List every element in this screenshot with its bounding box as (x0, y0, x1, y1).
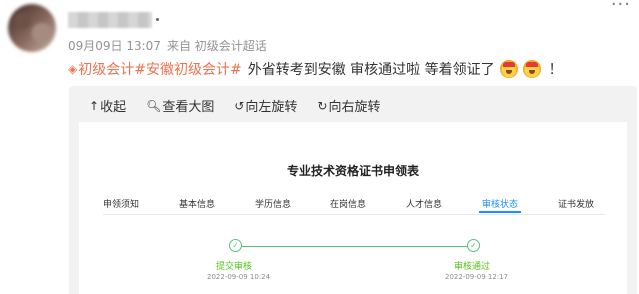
super-topic-label: 初级会计 (78, 62, 135, 78)
collapse-label: 收起 (100, 100, 127, 115)
view-large-label: 查看大图 (162, 100, 215, 115)
progress-time: 2022-09-09 12:17 (445, 273, 509, 281)
more-menu-button[interactable]: ··· (611, 0, 631, 15)
post-date[interactable]: 09月09日 13:07 (68, 37, 161, 54)
super-topic-icon: ◈ (68, 62, 78, 76)
magnifier-icon: 🔍︎ (146, 98, 162, 113)
hashtag-link[interactable]: #安徽初级会计# (134, 59, 241, 79)
step-tab: 申领须知 (103, 200, 140, 210)
tab-divider (103, 214, 605, 215)
username-dot (156, 18, 159, 21)
progress-time: 2022-09-09 10:24 (207, 273, 271, 281)
step-tab: 人才信息 (406, 200, 443, 210)
post-text: ◈ 初级会计 #安徽初级会计# 外省转考到安徽 审核通过啦 等着领证了 ！ (68, 59, 563, 79)
post-source[interactable]: 来自 初级会计超话 (167, 37, 267, 54)
rotate-left-icon: ↺ (234, 98, 245, 113)
image-viewer: ↑ 收起 🔍︎ 查看大图 ↺ 向左旋转 ↻ 向右旋转 专业技术资格证书申领表 申… (69, 86, 637, 294)
step-tab: 在岗信息 (330, 200, 367, 210)
post-meta: 09月09日 13:07 来自 初级会计超话 (68, 37, 267, 54)
step-tab: 学历信息 (255, 200, 292, 210)
avatar[interactable] (8, 4, 56, 52)
collapse-button[interactable]: ↑ 收起 (89, 96, 127, 116)
post-body: 外省转考到安徽 审核通过啦 等着领证了 (247, 62, 495, 78)
check-circle-icon: ✓ (229, 239, 242, 252)
attached-image[interactable]: 专业技术资格证书申领表 申领须知 基本信息 学历信息 在岗信息 人才信息 审核状… (79, 122, 627, 294)
progress-connector (236, 246, 474, 247)
rotate-right-button[interactable]: ↻ 向右旋转 (317, 96, 381, 116)
check-circle-icon: ✓ (467, 239, 480, 252)
rotate-right-icon: ↻ (317, 98, 328, 113)
crown-emoji-icon (522, 60, 541, 78)
step-tab-active: 审核状态 (478, 197, 522, 213)
form-title: 专业技术资格证书申领表 (286, 164, 419, 178)
super-topic-tag[interactable]: ◈ 初级会计 (68, 59, 134, 79)
collapse-icon: ↑ (89, 98, 100, 113)
crown-emoji-icon (499, 60, 518, 78)
view-large-button[interactable]: 🔍︎ 查看大图 (146, 96, 215, 116)
image-toolbar: ↑ 收起 🔍︎ 查看大图 ↺ 向左旋转 ↻ 向右旋转 (89, 96, 381, 116)
progress-label: 提交审核 (216, 262, 253, 272)
step-tab: 基本信息 (179, 200, 216, 210)
username-blurred[interactable] (68, 12, 152, 28)
progress-label: 审核通过 (454, 262, 491, 272)
step-tab: 证书发放 (558, 200, 595, 210)
rotate-left-button[interactable]: ↺ 向左旋转 (234, 96, 298, 116)
post-tail: ！ (548, 62, 563, 78)
rotate-left-label: 向左旋转 (245, 100, 298, 115)
rotate-right-label: 向右旋转 (328, 100, 381, 115)
